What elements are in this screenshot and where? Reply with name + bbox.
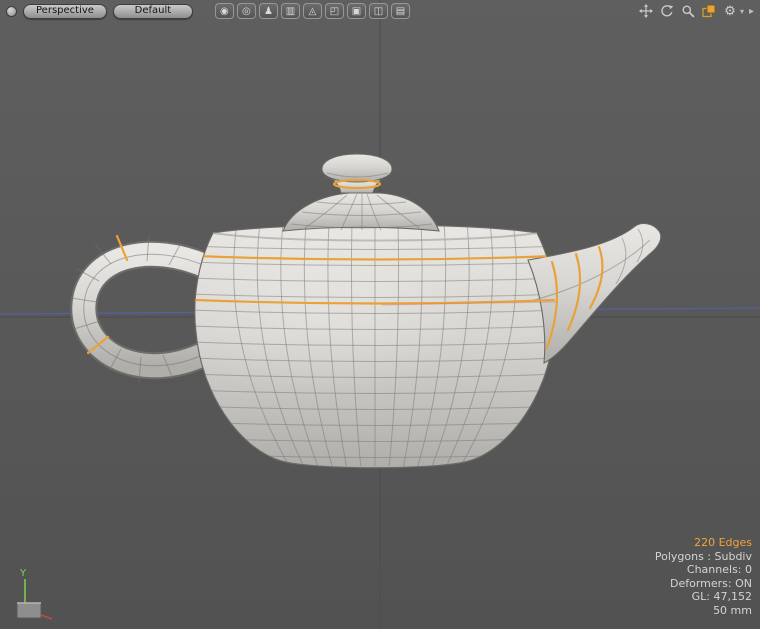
y-axis-label: Y (19, 568, 27, 579)
gear-caret-icon[interactable]: ▾ (740, 7, 744, 16)
figure-icon[interactable]: ♟ (259, 3, 278, 19)
info-polygons: Polygons : Subdiv (655, 550, 752, 564)
viewport-nav-icons: ⚙ ▾ ▸ (638, 3, 754, 19)
viewport-icon-group: ◉ ◎ ♟ ▥ ◬ ◰ ▣ ◫ ▤ (215, 3, 410, 19)
viewport-info: 220 Edges Polygons : Subdiv Channels: 0 … (655, 536, 752, 617)
axis-gizmo: Y (12, 565, 68, 621)
perspective-button[interactable]: Perspective (23, 4, 107, 19)
page-icon[interactable]: ▣ (347, 3, 366, 19)
info-channels: Channels: 0 (655, 563, 752, 577)
pan-icon[interactable] (638, 3, 654, 19)
scene-canvas[interactable] (0, 0, 760, 629)
info-focal-length: 50 mm (655, 604, 752, 618)
viewport-menu-dot[interactable] (6, 6, 17, 17)
workplane-icon[interactable] (701, 3, 717, 19)
grid-icon[interactable]: ▤ (391, 3, 410, 19)
zoom-icon[interactable] (680, 3, 696, 19)
orbit-icon[interactable] (659, 3, 675, 19)
wireframe-icon[interactable]: ▥ (281, 3, 300, 19)
mirror-icon[interactable]: ◫ (369, 3, 388, 19)
plane-icon[interactable]: ◰ (325, 3, 344, 19)
gear-icon[interactable]: ⚙ (722, 3, 738, 19)
info-deformers: Deformers: ON (655, 577, 752, 591)
3d-viewport[interactable]: Perspective Default ◉ ◎ ♟ ▥ ◬ ◰ ▣ ◫ ▤ (0, 0, 760, 629)
shading-mode-button[interactable]: Default (113, 4, 193, 19)
x-axis-line (41, 615, 52, 619)
gizmo-cube (17, 603, 41, 618)
info-gl: GL: 47,152 (655, 590, 752, 604)
viewport-toolbar: Perspective Default ◉ ◎ ♟ ▥ ◬ ◰ ▣ ◫ ▤ (0, 0, 760, 22)
camera-icon[interactable]: ◉ (215, 3, 234, 19)
teapot-mesh[interactable] (71, 154, 661, 468)
environment-icon[interactable]: ◎ (237, 3, 256, 19)
info-edge-count: 220 Edges (655, 536, 752, 550)
toolbar-expand-icon[interactable]: ▸ (749, 6, 754, 17)
cone-icon[interactable]: ◬ (303, 3, 322, 19)
teapot-handle[interactable] (71, 235, 210, 383)
